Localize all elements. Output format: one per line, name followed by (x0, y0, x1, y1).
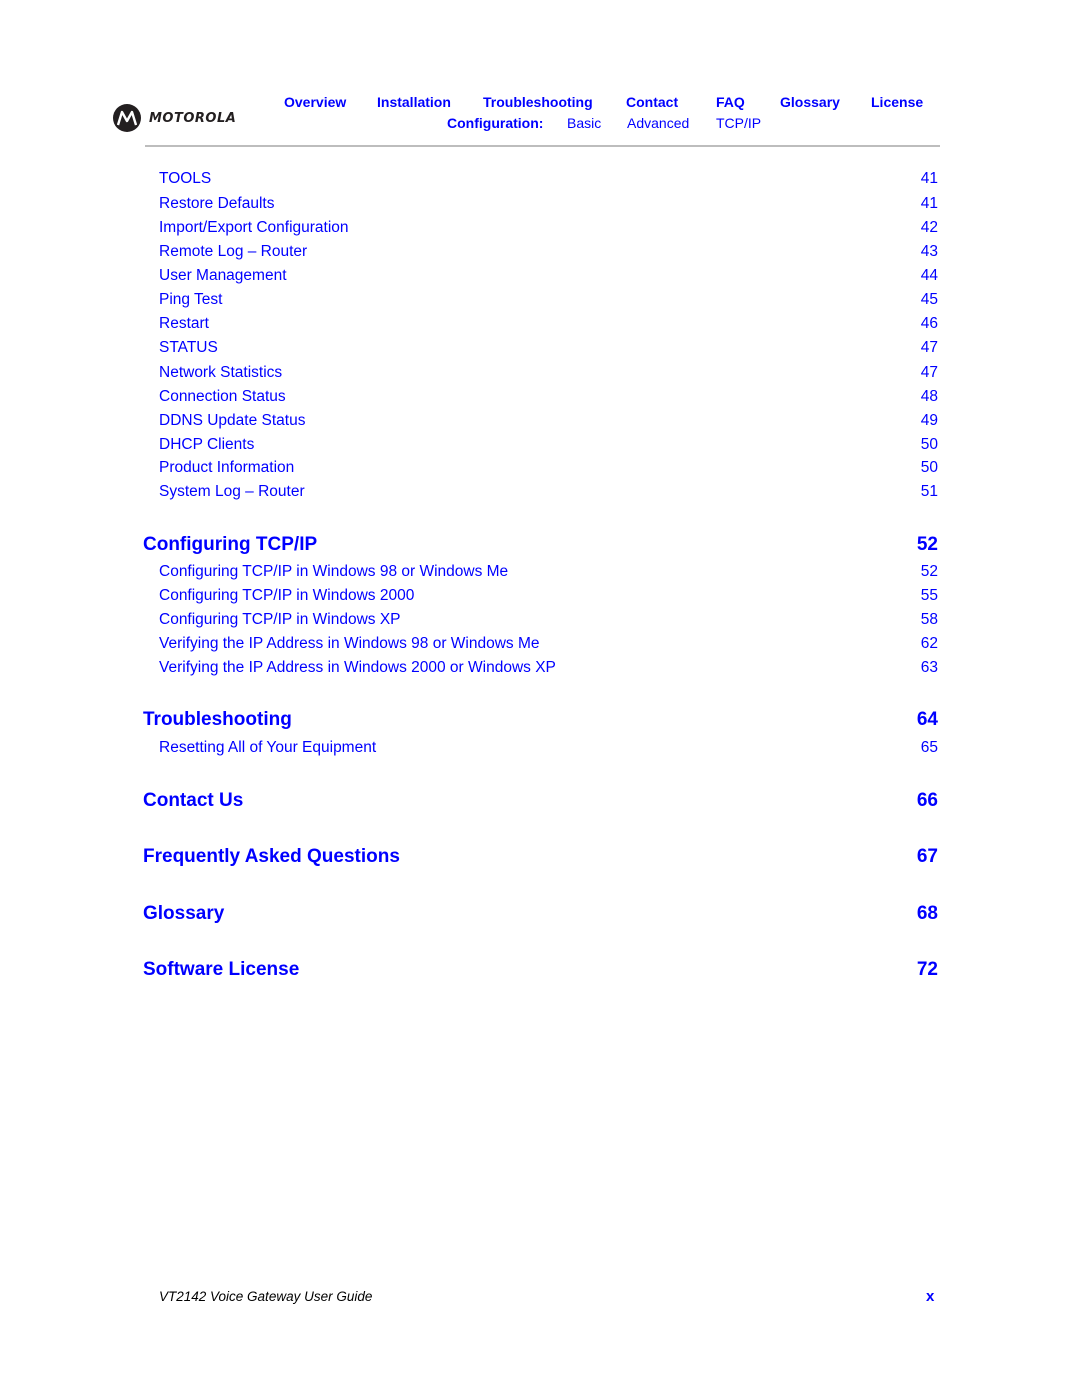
toc-entry[interactable]: STATUS 47 (159, 339, 938, 361)
nav-installation[interactable]: Installation (377, 94, 451, 110)
toc-entry[interactable]: Configuring TCP/IP in Windows 98 or Wind… (159, 563, 938, 585)
toc-entry[interactable]: Product Information 50 (159, 459, 938, 481)
footer-page-number: x (926, 1288, 935, 1305)
toc-entry-title: DHCP Clients (159, 436, 255, 453)
toc-entry[interactable]: Import/Export Configuration 42 (159, 219, 938, 241)
toc-entry-page: 41 (920, 195, 938, 212)
toc-chapter-title: Configuring TCP/IP (143, 534, 318, 555)
toc-entry-title: DDNS Update Status (159, 412, 306, 429)
toc-chapter-title: Frequently Asked Questions (143, 846, 400, 867)
toc-chapter-page: 68 (916, 903, 938, 924)
toc-entry[interactable]: Remote Log – Router 43 (159, 243, 938, 265)
toc-entry-title: Restore Defaults (159, 195, 275, 212)
toc-entry-page: 42 (920, 219, 938, 236)
toc-entry-page: 52 (920, 563, 938, 580)
toc-entry-page: 44 (920, 267, 938, 284)
toc-entry[interactable]: User Management 44 (159, 267, 938, 289)
toc-entry-title: Network Statistics (159, 364, 283, 381)
toc-entry-title: Verifying the IP Address in Windows 2000… (159, 659, 556, 676)
toc-entry-title: TOOLS (159, 170, 212, 187)
nav-faq[interactable]: FAQ (716, 94, 745, 110)
toc-entry-title: Import/Export Configuration (159, 219, 349, 236)
toc-chapter-glossary[interactable]: Glossary 68 (143, 903, 938, 929)
toc-entry-page: 65 (920, 739, 938, 756)
toc-entry[interactable]: Configuring TCP/IP in Windows 2000 55 (159, 587, 938, 609)
toc-chapter-software-license[interactable]: Software License 72 (143, 959, 938, 985)
brand-name: MOTOROLA (149, 110, 237, 126)
toc-entry-page: 50 (920, 436, 938, 453)
toc-entry-title: Product Information (159, 459, 295, 476)
toc-entry[interactable]: TOOLS 41 (159, 170, 938, 192)
toc-entry-page: 41 (920, 170, 938, 187)
toc-entry-page: 43 (920, 243, 938, 260)
toc-entry[interactable]: Restore Defaults 41 (159, 195, 938, 217)
toc-chapter-page: 67 (916, 846, 938, 867)
footer-document-title: VT2142 Voice Gateway User Guide (159, 1289, 373, 1304)
toc-entry-title: Configuring TCP/IP in Windows XP (159, 611, 401, 628)
nav-glossary[interactable]: Glossary (780, 94, 840, 110)
toc-entry-page: 63 (920, 659, 938, 676)
toc-chapter-faq[interactable]: Frequently Asked Questions 67 (143, 846, 938, 872)
toc-chapter-configuring-tcpip[interactable]: Configuring TCP/IP 52 (143, 534, 938, 560)
toc-chapter-page: 66 (916, 790, 938, 811)
toc-entry-page: 55 (920, 587, 938, 604)
nav-license[interactable]: License (871, 94, 923, 110)
toc-entry-title: Configuring TCP/IP in Windows 98 or Wind… (159, 563, 509, 580)
toc-chapter-troubleshooting[interactable]: Troubleshooting 64 (143, 709, 938, 735)
toc-entry-page: 47 (920, 364, 938, 381)
toc-chapter-contact-us[interactable]: Contact Us 66 (143, 790, 938, 816)
toc-entry-page: 50 (920, 459, 938, 476)
toc-chapter-title: Contact Us (143, 790, 244, 811)
toc-entry-title: Configuring TCP/IP in Windows 2000 (159, 587, 415, 604)
toc-entry[interactable]: Restart 46 (159, 315, 938, 337)
nav-troubleshooting[interactable]: Troubleshooting (483, 94, 593, 110)
toc-entry[interactable]: DDNS Update Status 49 (159, 412, 938, 434)
toc-entry-title: Restart (159, 315, 209, 332)
nav-overview[interactable]: Overview (284, 94, 346, 110)
toc-entry-title: STATUS (159, 339, 218, 356)
toc-chapter-page: 64 (916, 709, 938, 730)
toc-entry-title: System Log – Router (159, 483, 305, 500)
toc-chapter-title: Troubleshooting (143, 709, 292, 730)
toc-entry-page: 46 (920, 315, 938, 332)
subnav-basic[interactable]: Basic (567, 115, 601, 131)
toc-chapter-page: 52 (916, 534, 938, 555)
toc-entry-page: 45 (920, 291, 938, 308)
nav-contact[interactable]: Contact (626, 94, 678, 110)
toc-entry-title: Ping Test (159, 291, 223, 308)
toc-entry-title: Remote Log – Router (159, 243, 308, 260)
toc-entry[interactable]: Connection Status 48 (159, 388, 938, 410)
toc-entry-page: 49 (920, 412, 938, 429)
subnav-tcpip[interactable]: TCP/IP (716, 115, 761, 131)
toc-entry[interactable]: Verifying the IP Address in Windows 98 o… (159, 635, 938, 657)
toc-entry-title: User Management (159, 267, 287, 284)
toc-entry-title: Connection Status (159, 388, 286, 405)
page-header: MOTOROLA Overview Installation Troublesh… (0, 0, 1080, 150)
toc-entry-title: Verifying the IP Address in Windows 98 o… (159, 635, 540, 652)
toc-entry[interactable]: System Log – Router 51 (159, 483, 938, 505)
configuration-label: Configuration: (447, 115, 544, 131)
toc-chapter-title: Software License (143, 959, 300, 980)
toc-entry[interactable]: Resetting All of Your Equipment 65 (159, 739, 938, 761)
motorola-batwing-icon (113, 104, 141, 132)
toc-entry-page: 58 (920, 611, 938, 628)
header-divider (145, 145, 940, 147)
toc-entry[interactable]: Verifying the IP Address in Windows 2000… (159, 659, 938, 681)
toc-entry-page: 62 (920, 635, 938, 652)
toc-chapter-title: Glossary (143, 903, 225, 924)
toc-entry-page: 47 (920, 339, 938, 356)
subnav-advanced[interactable]: Advanced (627, 115, 689, 131)
toc-entry[interactable]: Configuring TCP/IP in Windows XP 58 (159, 611, 938, 633)
toc-entry[interactable]: DHCP Clients 50 (159, 436, 938, 458)
toc-entry-page: 48 (920, 388, 938, 405)
toc-entry[interactable]: Network Statistics 47 (159, 364, 938, 386)
toc-chapter-page: 72 (916, 959, 938, 980)
toc-entry-page: 51 (920, 483, 938, 500)
toc-entry-title: Resetting All of Your Equipment (159, 739, 377, 756)
motorola-logo: MOTOROLA (113, 104, 236, 132)
toc-entry[interactable]: Ping Test 45 (159, 291, 938, 313)
